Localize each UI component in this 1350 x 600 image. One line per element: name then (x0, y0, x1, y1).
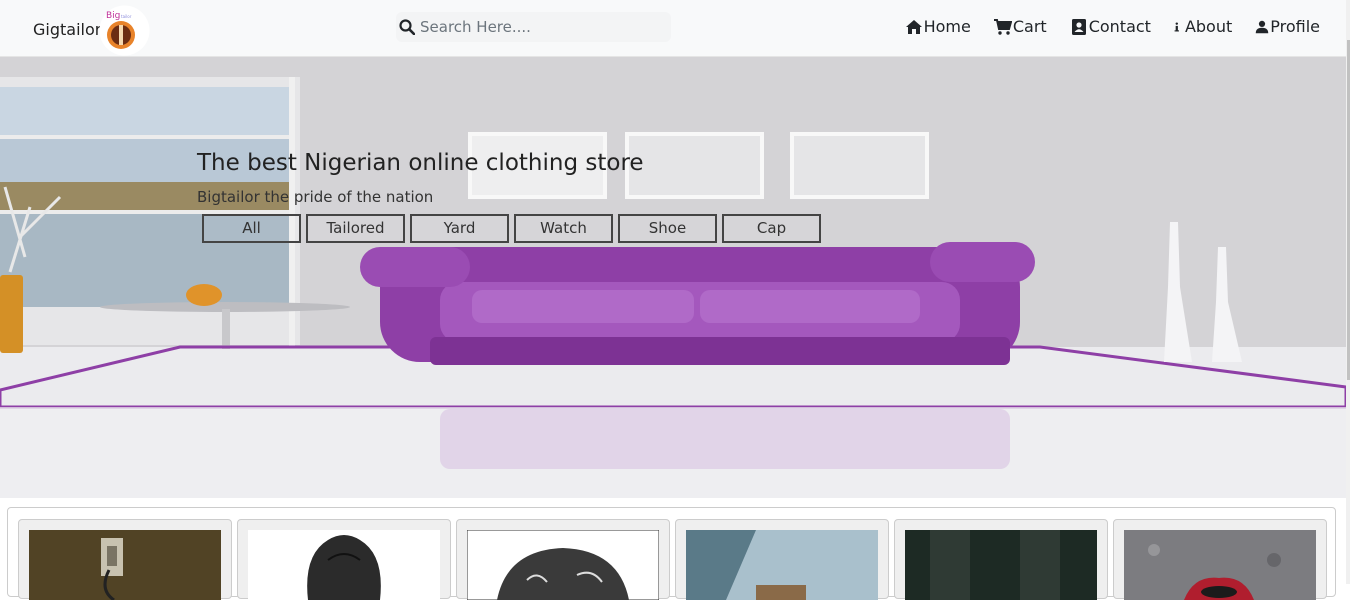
product-image[interactable] (686, 530, 878, 600)
nav-about-label: About (1184, 17, 1233, 36)
product-image[interactable] (1124, 530, 1316, 600)
filter-shoe-button[interactable]: Shoe (618, 214, 717, 243)
logo-text: Big (106, 11, 120, 21)
filter-cap-button[interactable]: Cap (722, 214, 821, 243)
hero-banner: The best Nigerian online clothing store … (0, 57, 1346, 498)
filter-watch-button[interactable]: Watch (514, 214, 613, 243)
filter-yard-button[interactable]: Yard (410, 214, 509, 243)
nav-contact[interactable]: Contact (1070, 17, 1151, 36)
product-image[interactable] (905, 530, 1097, 600)
nav-profile-label: Profile (1270, 17, 1320, 36)
contact-icon (1071, 18, 1086, 35)
info-icon (1174, 21, 1179, 31)
product-card[interactable] (894, 519, 1108, 600)
product-card[interactable] (675, 519, 889, 600)
hero-title: The best Nigerian online clothing store (197, 150, 644, 176)
filter-all-button[interactable]: All (202, 214, 301, 243)
nav-contact-label: Contact (1088, 17, 1151, 36)
nav-home-label: Home (923, 17, 971, 36)
cart-icon (993, 18, 1012, 35)
hero-background-image (0, 57, 1346, 498)
nav-home[interactable]: Home (905, 17, 971, 36)
search-icon[interactable] (399, 19, 415, 35)
product-card[interactable] (237, 519, 451, 600)
product-image[interactable] (248, 530, 440, 600)
search-box (396, 12, 671, 42)
product-card[interactable] (1113, 519, 1327, 600)
product-card[interactable] (456, 519, 670, 600)
user-icon (1256, 20, 1269, 33)
nav-cart-label: Cart (1012, 17, 1047, 36)
hero-subtitle: Bigtailor the pride of the nation (197, 188, 434, 206)
brand-name[interactable]: Gigtailor (33, 20, 101, 39)
brand-logo[interactable]: Big tailor (99, 5, 150, 56)
svg-text:tailor: tailor (121, 14, 132, 19)
home-icon (905, 19, 922, 34)
navbar: Gigtailor Big tailor Home Cart (0, 0, 1350, 57)
page-scrollbar[interactable] (1346, 0, 1350, 584)
product-card[interactable] (18, 519, 232, 600)
product-image[interactable] (467, 530, 659, 600)
filter-tailored-button[interactable]: Tailored (306, 214, 405, 243)
category-filters: All Tailored Yard Watch Shoe Cap (202, 214, 821, 243)
search-input[interactable] (420, 16, 665, 38)
product-image[interactable] (29, 530, 221, 600)
nav-profile[interactable]: Profile (1255, 17, 1320, 36)
nav-about[interactable]: About (1174, 17, 1232, 36)
nav-links: Home Cart Contact About Profile (905, 17, 1320, 36)
nav-cart[interactable]: Cart (993, 17, 1047, 36)
